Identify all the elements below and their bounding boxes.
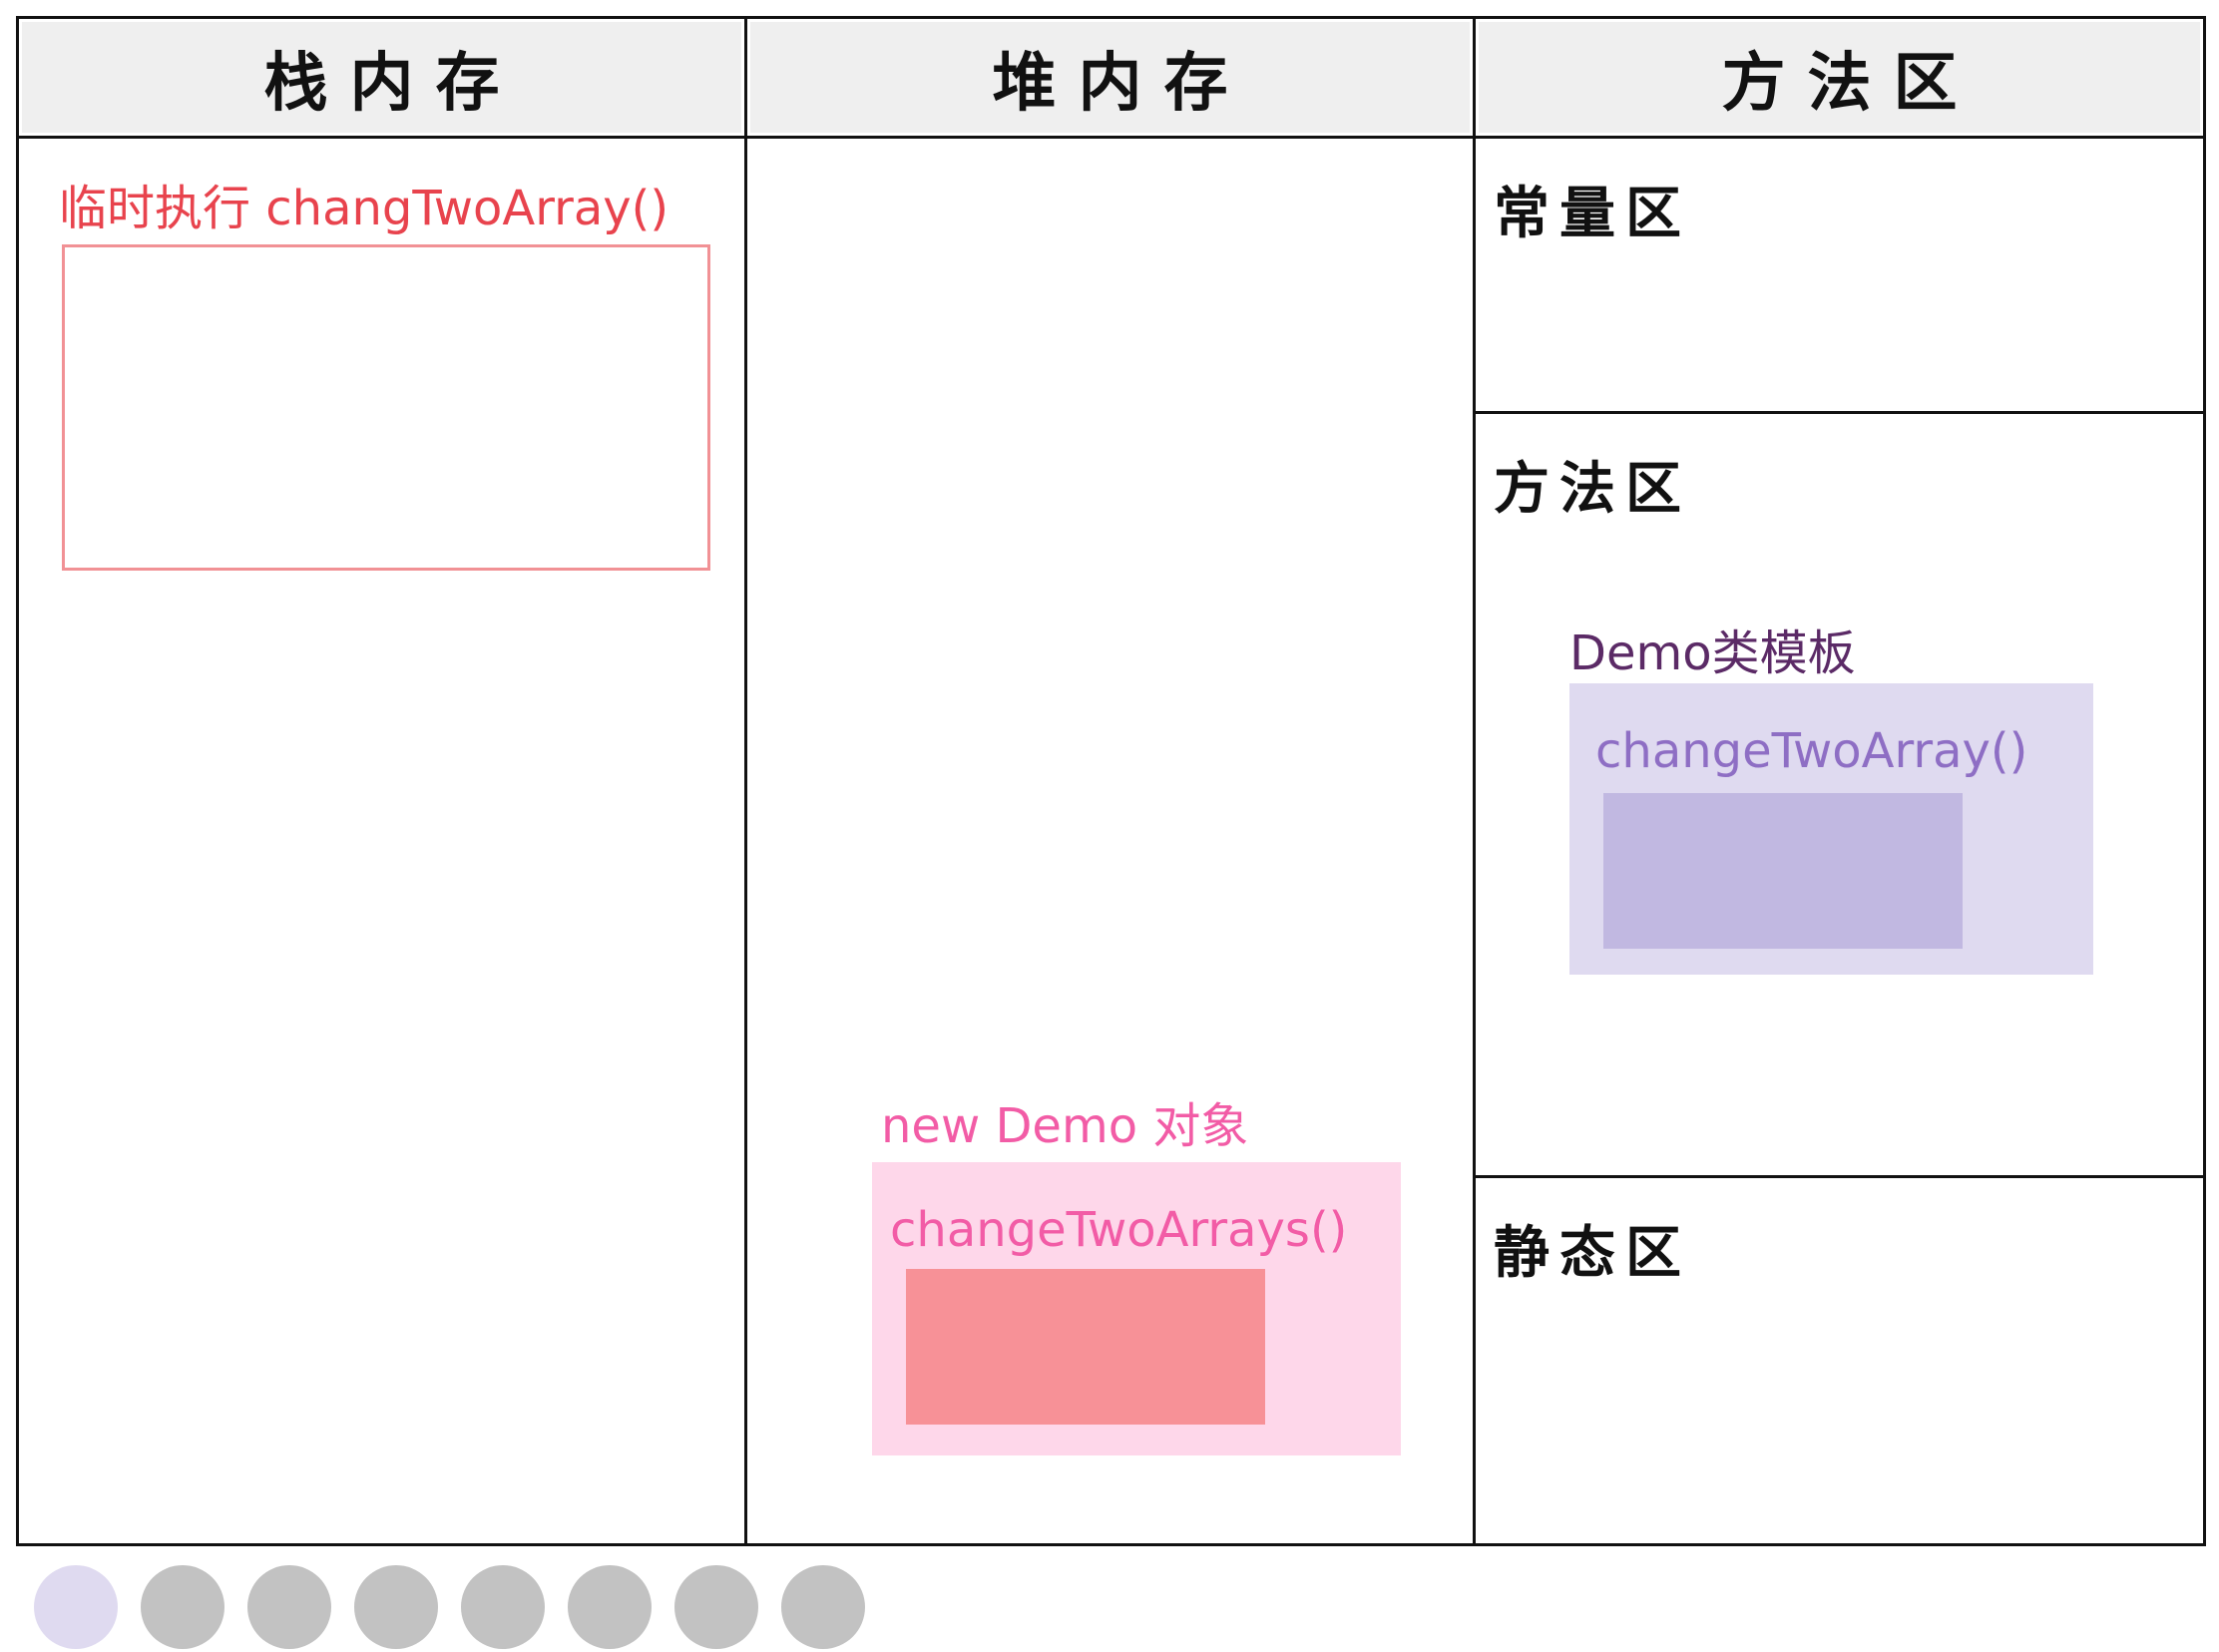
class-template-label: Demo类模板 — [1569, 625, 1856, 681]
static-area-title: 静态区 — [1494, 1220, 1691, 1286]
method-area-title: 方法区 — [1494, 456, 1691, 522]
stack-memory-header: 栈内存 — [19, 19, 744, 139]
pager-dot-3[interactable] — [247, 1565, 331, 1649]
pager-dot-4[interactable] — [354, 1565, 438, 1649]
constant-pool-section: 常量区 — [1476, 139, 2203, 414]
pager-dot-1[interactable] — [34, 1565, 118, 1649]
pager-dot-8[interactable] — [781, 1565, 865, 1649]
stack-memory-column: 栈内存 临时执行 changTwoArray() — [19, 19, 747, 1543]
class-template-method-block — [1603, 793, 1963, 949]
slide-pager — [34, 1565, 865, 1649]
class-template-method-label: changeTwoArray() — [1595, 723, 2028, 779]
pager-dot-5[interactable] — [461, 1565, 545, 1649]
heap-object-method-label: changeTwoArrays() — [890, 1202, 1348, 1258]
class-template-box: changeTwoArray() — [1569, 683, 2093, 975]
heap-object-label: new Demo 对象 — [881, 1098, 1249, 1154]
heap-memory-header: 堆内存 — [747, 19, 1473, 139]
heap-memory-column: 堆内存 new Demo 对象 changeTwoArrays() — [747, 19, 1476, 1543]
constant-pool-title: 常量区 — [1494, 181, 1691, 246]
heap-object-method-block — [906, 1269, 1265, 1425]
heap-object-box: changeTwoArrays() — [872, 1162, 1401, 1455]
memory-diagram: 栈内存 临时执行 changTwoArray() 堆内存 new Demo 对象… — [16, 16, 2206, 1546]
method-area-column: 方法区 常量区 方法区 Demo类模板 changeTwoArray() 静态区 — [1476, 19, 2203, 1543]
pager-dot-2[interactable] — [141, 1565, 224, 1649]
method-area-header: 方法区 — [1476, 19, 2203, 139]
pager-dot-7[interactable] — [674, 1565, 758, 1649]
stack-frame-label: 临时执行 changTwoArray() — [59, 181, 669, 236]
stack-frame-box — [62, 244, 710, 571]
pager-dot-6[interactable] — [568, 1565, 652, 1649]
method-area-section: 方法区 Demo类模板 changeTwoArray() — [1476, 414, 2203, 1178]
static-area-section: 静态区 — [1476, 1178, 2203, 1543]
